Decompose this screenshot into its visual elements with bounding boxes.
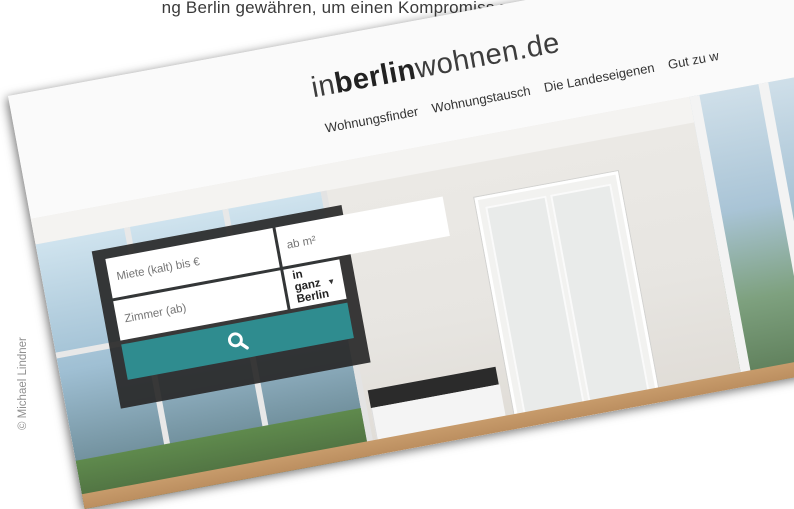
nav-wohnungsfinder[interactable]: Wohnungsfinder <box>324 104 420 136</box>
photo-credit: © Michael Lindner <box>17 337 29 430</box>
chevron-down-icon: ▼ <box>326 276 336 287</box>
nav-wohnungstausch[interactable]: Wohnungstausch <box>430 83 531 116</box>
logo-part-wohnen: wohnen.de <box>412 26 563 86</box>
logo-part-berlin: berlin <box>331 53 419 100</box>
search-icon <box>227 332 249 350</box>
hero-window-right <box>689 60 794 392</box>
district-select-value: in ganz Berlin <box>291 268 331 306</box>
district-select[interactable]: in ganz Berlin ▼ <box>283 259 347 310</box>
website-screenshot: inberlinwohnen.de Wohnungsfinder Wohnung… <box>8 0 794 509</box>
nav-gut-zu-wissen[interactable]: Gut zu w <box>667 48 720 72</box>
window-frame <box>689 94 755 392</box>
nav-die-landeseigenen[interactable]: Die Landeseigenen <box>543 60 656 95</box>
window-frame <box>758 82 794 380</box>
